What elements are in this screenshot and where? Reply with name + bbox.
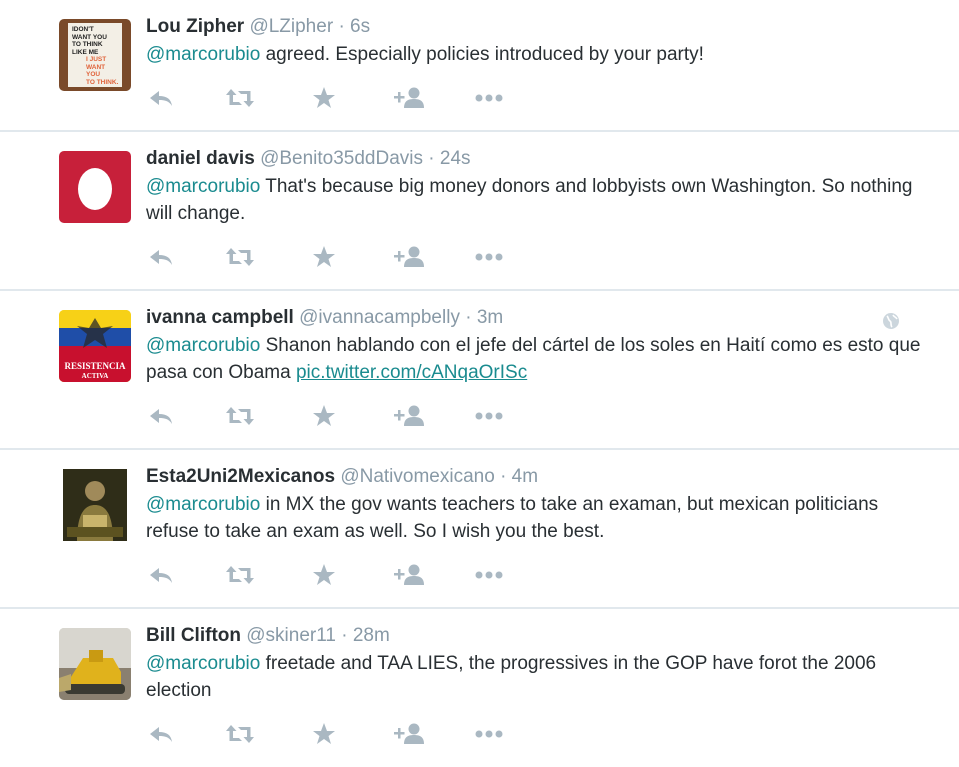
avatar-poster-line: WANT YOU <box>86 63 106 79</box>
tweet-text: @marcorubio freetade and TAA LIES, the p… <box>146 650 926 704</box>
avatar[interactable] <box>63 469 127 541</box>
tweet-item[interactable]: daniel davis @Benito35ddDavis · 24s @mar… <box>0 132 959 290</box>
tweet-actions <box>148 563 548 591</box>
user-handle[interactable]: @ivannacampbelly <box>299 307 460 328</box>
tweet-actions <box>148 722 548 750</box>
avatar[interactable] <box>59 151 131 223</box>
tweet-text: @marcorubio in MX the gov wants teachers… <box>146 491 926 545</box>
follow-user-icon[interactable] <box>393 245 425 269</box>
tweet-item[interactable]: RESISTENCIA ACTIVA ivanna campbell @ivan… <box>0 291 959 449</box>
avatar-portrait <box>63 469 127 541</box>
more-options-icon[interactable] <box>474 722 504 746</box>
tweet-text: @marcorubio Shanon hablando con el jefe … <box>146 332 926 386</box>
tweet-text: @marcorubio That's because big money don… <box>146 173 926 227</box>
tweet-header: Esta2Uni2Mexicanos @Nativomexicano · 4m <box>146 465 538 489</box>
timestamp[interactable]: 6s <box>350 16 370 37</box>
favorite-star-icon[interactable] <box>312 563 336 587</box>
tweet-item[interactable]: Bill Clifton @skiner11 · 28m @marcorubio… <box>0 609 959 767</box>
avatar-poster-line: IDON'T <box>72 26 94 33</box>
avatar-poster-line: TO THINK. <box>86 78 119 86</box>
avatar-bulldozer-photo <box>59 628 131 700</box>
tweet-body: That's because big money donors and lobb… <box>146 176 913 224</box>
avatar-poster-line: TO THINK <box>72 41 103 48</box>
follow-user-icon[interactable] <box>393 563 425 587</box>
user-handle[interactable]: @LZipher <box>249 16 333 37</box>
separator-dot: · <box>428 148 435 169</box>
favorite-star-icon[interactable] <box>312 722 336 746</box>
retweet-icon[interactable] <box>225 722 255 746</box>
tweet-text: @marcorubio agreed. Especially policies … <box>146 41 926 68</box>
tweet-actions <box>148 404 548 432</box>
avatar-poster: IDON'T WANT YOU TO THINK LIKE ME I JUST … <box>68 23 122 87</box>
follow-user-icon[interactable] <box>393 86 425 110</box>
separator-dot: · <box>338 16 345 37</box>
avatar-poster-text: IDON'T WANT YOU TO THINK LIKE ME I JUST … <box>68 23 122 86</box>
tweet-header: daniel davis @Benito35ddDavis · 24s <box>146 147 471 171</box>
more-options-icon[interactable] <box>474 86 504 110</box>
more-options-icon[interactable] <box>474 404 504 428</box>
timestamp[interactable]: 3m <box>477 307 503 328</box>
separator-dot: · <box>465 307 472 328</box>
timestamp[interactable]: 24s <box>440 148 471 169</box>
avatar-poster-line: LIKE ME <box>72 48 99 56</box>
display-name[interactable]: Esta2Uni2Mexicanos <box>146 466 335 487</box>
mention-link[interactable]: @marcorubio <box>146 176 260 197</box>
tweet-actions <box>148 86 548 114</box>
tweet-body: Shanon hablando con el jefe del cártel d… <box>146 335 921 383</box>
display-name[interactable]: ivanna campbell <box>146 307 294 328</box>
tweet-actions <box>148 245 548 273</box>
separator-dot: · <box>341 625 348 646</box>
retweet-icon[interactable] <box>225 563 255 587</box>
favorite-star-icon[interactable] <box>312 86 336 110</box>
avatar-caption-line: ACTIVA <box>81 372 109 380</box>
retweet-icon[interactable] <box>225 404 255 428</box>
avatar[interactable]: RESISTENCIA ACTIVA <box>59 310 131 382</box>
tweet-header: Bill Clifton @skiner11 · 28m <box>146 624 390 648</box>
avatar-caption-line: RESISTENCIA <box>64 361 126 371</box>
avatar-caption: RESISTENCIA ACTIVA <box>59 361 131 381</box>
reply-icon[interactable] <box>148 86 174 110</box>
default-egg-icon <box>78 168 112 210</box>
avatar-eagle-icon <box>77 318 113 348</box>
tweet-header: ivanna campbell @ivannacampbelly · 3m <box>146 306 503 330</box>
timestamp[interactable]: 28m <box>353 625 390 646</box>
more-options-icon[interactable] <box>474 563 504 587</box>
retweet-icon[interactable] <box>225 245 255 269</box>
display-name[interactable]: Lou Zipher <box>146 16 244 37</box>
avatar-poster-line: WANT YOU <box>72 33 107 41</box>
retweet-icon[interactable] <box>225 86 255 110</box>
mention-link[interactable]: @marcorubio <box>146 335 260 356</box>
display-name[interactable]: Bill Clifton <box>146 625 241 646</box>
more-options-icon[interactable] <box>474 245 504 269</box>
reply-icon[interactable] <box>148 722 174 746</box>
favorite-star-icon[interactable] <box>312 245 336 269</box>
reply-icon[interactable] <box>148 245 174 269</box>
user-handle[interactable]: @skiner11 <box>246 625 336 646</box>
mention-link[interactable]: @marcorubio <box>146 494 260 515</box>
geolocation-globe-icon[interactable] <box>882 312 900 330</box>
tweet-body: agreed. Especially policies introduced b… <box>260 44 704 65</box>
follow-user-icon[interactable] <box>393 722 425 746</box>
separator-dot: · <box>500 466 507 487</box>
tweet-item[interactable]: Esta2Uni2Mexicanos @Nativomexicano · 4m … <box>0 450 959 608</box>
mention-link[interactable]: @marcorubio <box>146 653 260 674</box>
user-handle[interactable]: @Nativomexicano <box>340 466 494 487</box>
reply-icon[interactable] <box>148 563 174 587</box>
tweet-header: Lou Zipher @LZipher · 6s <box>146 15 370 39</box>
media-link[interactable]: pic.twitter.com/cANqaOrISc <box>296 362 527 383</box>
follow-user-icon[interactable] <box>393 404 425 428</box>
tweet-feed: IDON'T WANT YOU TO THINK LIKE ME I JUST … <box>0 0 959 763</box>
avatar-poster-line: I JUST <box>86 56 107 63</box>
display-name[interactable]: daniel davis <box>146 148 255 169</box>
avatar[interactable] <box>59 628 131 700</box>
user-handle[interactable]: @Benito35ddDavis <box>260 148 423 169</box>
reply-icon[interactable] <box>148 404 174 428</box>
avatar[interactable]: IDON'T WANT YOU TO THINK LIKE ME I JUST … <box>59 19 131 91</box>
timestamp[interactable]: 4m <box>512 466 538 487</box>
favorite-star-icon[interactable] <box>312 404 336 428</box>
mention-link[interactable]: @marcorubio <box>146 44 260 65</box>
